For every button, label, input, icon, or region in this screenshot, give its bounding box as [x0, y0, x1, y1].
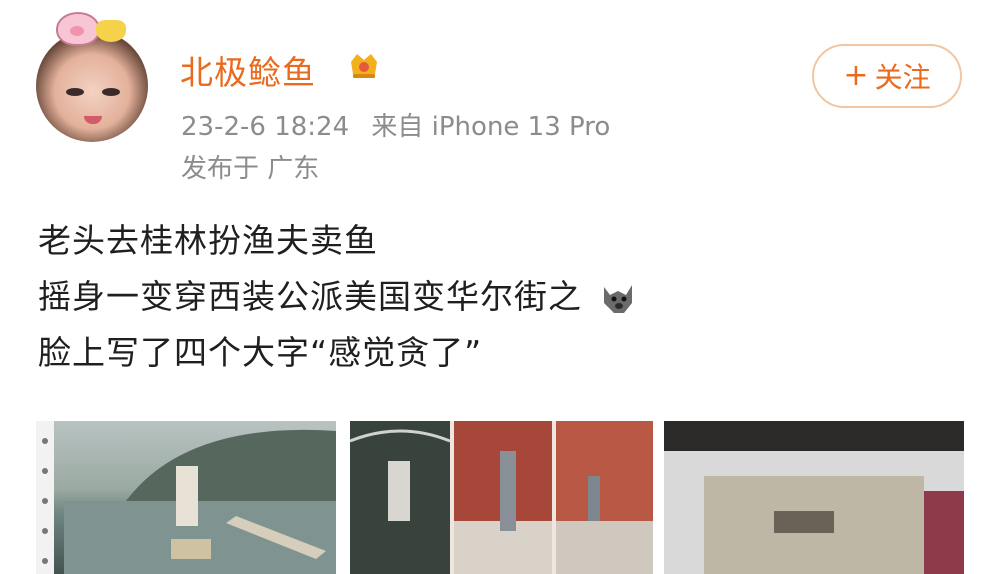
- post-text-segment: 摇身一变穿西装公派美国变华尔街之: [38, 277, 582, 316]
- post-image[interactable]: [36, 421, 336, 574]
- bow-sticker-icon: [96, 20, 126, 42]
- post-text-line: 老头去桂林扮渔夫卖鱼: [38, 221, 378, 260]
- avatar[interactable]: [36, 30, 148, 142]
- post-location: 发布于 广东: [181, 154, 320, 184]
- vip-crown-icon[interactable]: [347, 50, 381, 80]
- post-text-line: 脸上写了四个大字“感觉贪了”: [38, 333, 483, 372]
- pig-sticker-icon: [56, 12, 100, 46]
- album-photo-icon: [664, 451, 964, 574]
- plus-icon: +: [843, 58, 869, 93]
- doge-icon: [603, 284, 632, 313]
- avatar-eye-icon: [66, 88, 84, 96]
- post-image[interactable]: [350, 421, 653, 574]
- post-meta: 23-2-6 18:24 来自 iPhone 13 Pro: [181, 106, 610, 143]
- post-image[interactable]: [664, 421, 964, 574]
- username[interactable]: 北极鲶鱼: [180, 46, 316, 94]
- fisherman-photo-icon: [36, 421, 336, 574]
- timestamp: 23-2-6 18:24: [181, 112, 350, 142]
- post-text-line: 摇身一变穿西装公派美国变华尔街之: [38, 270, 638, 318]
- follow-button[interactable]: + 关注: [812, 44, 962, 108]
- avatar-eye-icon: [102, 88, 120, 96]
- avatar-mouth-icon: [84, 116, 102, 124]
- suit-photos-icon: [350, 421, 653, 574]
- post-source: 来自 iPhone 13 Pro: [371, 112, 611, 142]
- follow-label: 关注: [874, 61, 931, 94]
